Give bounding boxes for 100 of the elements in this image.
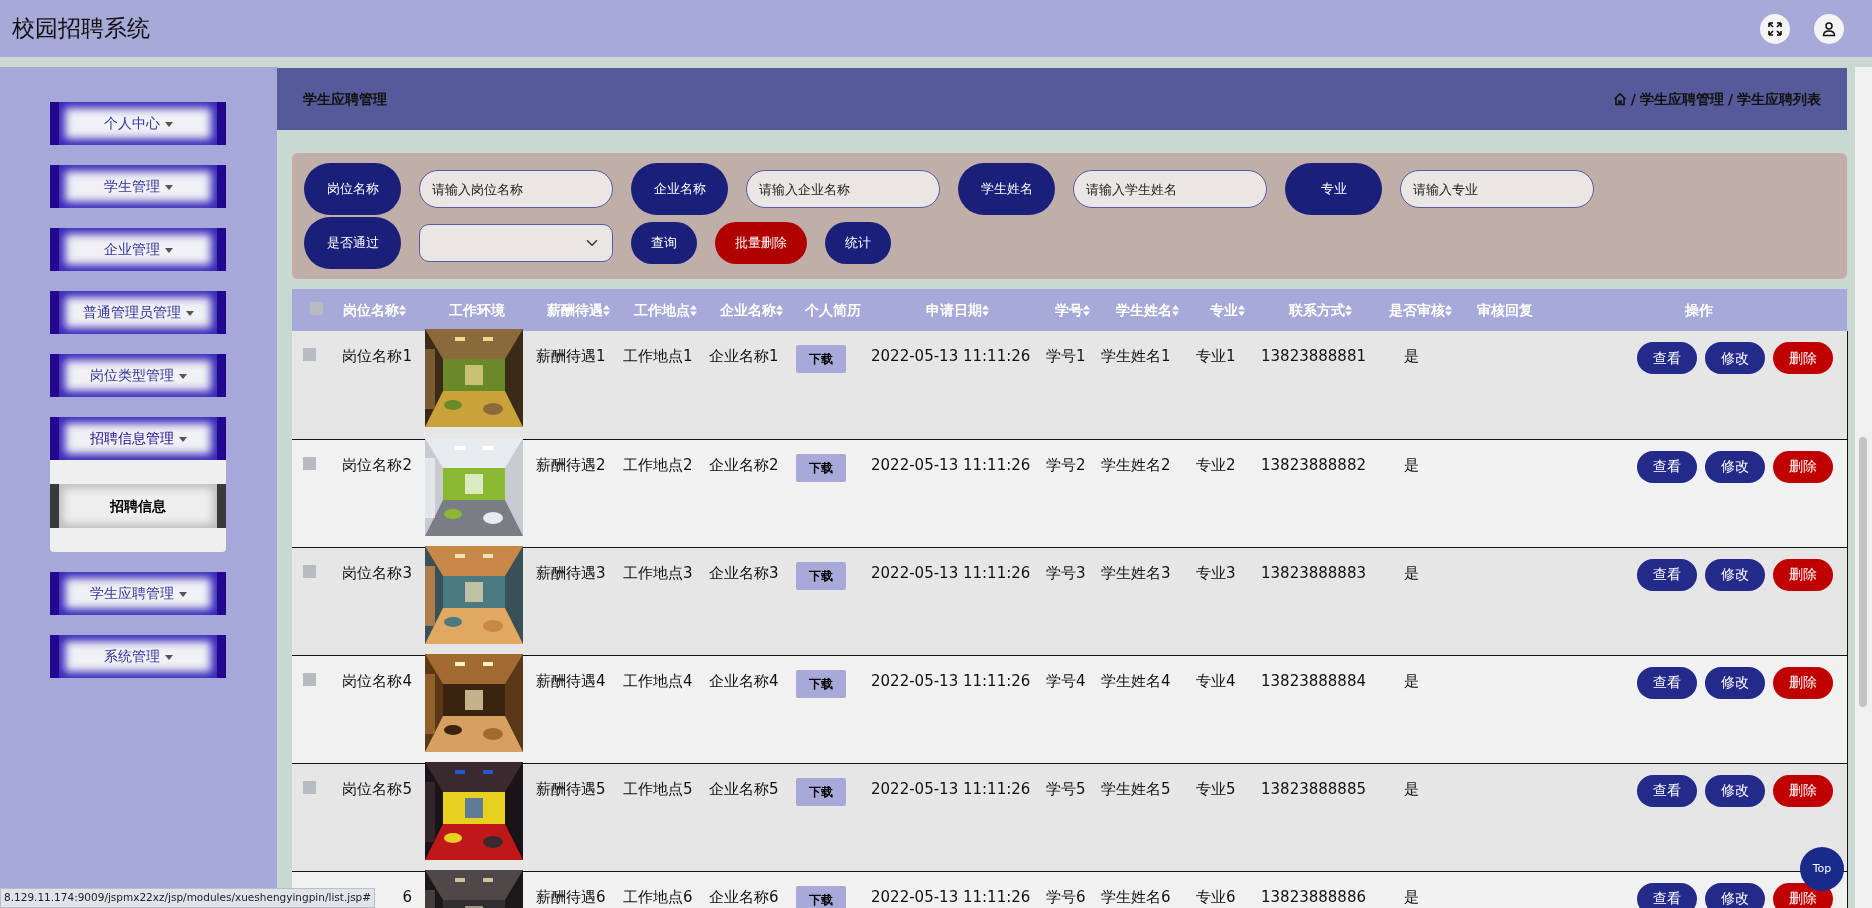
row-checkbox[interactable] [303, 348, 316, 361]
search-field[interactable]: 请输入企业名称 [746, 170, 940, 208]
company-name: 企业名称6 [709, 887, 779, 906]
phone-number: 13823888881 [1261, 347, 1366, 365]
menu-button[interactable]: 系统管理 [50, 635, 226, 678]
sort-icon[interactable] [776, 304, 783, 316]
caret-icon [178, 373, 187, 379]
search-field[interactable]: 请输入学生姓名 [1073, 170, 1267, 208]
review-status: 是 [1404, 455, 1419, 474]
submenu-item[interactable]: 招聘信息 [50, 484, 226, 528]
menu-button[interactable]: 岗位类型管理 [50, 354, 226, 397]
apply-date: 2022-05-13 11:11:26 [871, 671, 1031, 690]
sort-icon[interactable] [1444, 304, 1452, 316]
home-icon[interactable] [1612, 92, 1627, 106]
row-checkbox[interactable] [303, 672, 316, 686]
action-button[interactable]: 查看 [1636, 882, 1697, 908]
student-number: 学号5 [1046, 779, 1086, 798]
menu-button[interactable]: 个人中心 [50, 102, 226, 145]
phone-number: 13823888883 [1261, 563, 1366, 582]
salary: 薪酬待遇1 [536, 347, 606, 365]
scrollbar-thumb[interactable] [1859, 437, 1867, 707]
student-name: 学生姓名1 [1101, 347, 1171, 365]
post-name: 岗位名称3 [342, 563, 412, 582]
action-button[interactable]: 删除 [1772, 774, 1833, 807]
student-number: 学号4 [1046, 671, 1086, 690]
action-button[interactable]: 修改 [1704, 450, 1765, 483]
sort-icon[interactable] [982, 304, 989, 316]
salary: 薪酬待遇3 [536, 563, 606, 582]
column-header: 审核回复 [1477, 301, 1533, 318]
sort-icon[interactable] [1172, 304, 1179, 316]
action-button[interactable]: 查看 [1636, 342, 1697, 374]
select-field[interactable] [419, 224, 613, 262]
filter-button[interactable]: 统计 [825, 222, 891, 264]
download-button[interactable]: 下载 [796, 885, 846, 908]
action-button[interactable]: 修改 [1704, 558, 1765, 591]
work-location: 工作地点4 [623, 671, 693, 690]
work-location: 工作地点6 [623, 887, 693, 906]
scrollbar[interactable] [1855, 67, 1872, 908]
major: 专业4 [1196, 671, 1236, 690]
action-button[interactable]: 查看 [1636, 450, 1697, 483]
action-button[interactable]: 删除 [1772, 342, 1833, 374]
action-button[interactable]: 修改 [1704, 342, 1765, 374]
action-button[interactable]: 查看 [1636, 558, 1697, 591]
sort-icon[interactable] [398, 304, 406, 316]
post-name: 岗位名称2 [342, 455, 412, 474]
caret-icon [178, 436, 187, 442]
student-number: 学号3 [1046, 563, 1086, 582]
sort-icon[interactable] [603, 304, 610, 316]
menu-button[interactable]: 学生管理 [50, 165, 226, 208]
review-status: 是 [1404, 563, 1419, 582]
action-button[interactable]: 修改 [1704, 774, 1765, 807]
filter-button[interactable]: 查询 [631, 222, 697, 264]
filter-button[interactable]: 批量删除 [715, 222, 807, 264]
student-number: 学号1 [1046, 347, 1086, 365]
fullscreen-icon[interactable] [1760, 13, 1790, 44]
student-number: 学号2 [1046, 455, 1086, 474]
phone-number: 13823888884 [1261, 671, 1366, 690]
filter-label: 岗位名称 [304, 163, 401, 215]
review-status: 是 [1404, 887, 1419, 906]
sort-icon[interactable] [1344, 304, 1352, 316]
action-button[interactable]: 查看 [1636, 774, 1697, 807]
app-title: 校园招聘系统 [12, 14, 150, 44]
caret-icon [164, 247, 173, 253]
action-button[interactable]: 删除 [1772, 558, 1833, 591]
major: 专业6 [1196, 887, 1236, 906]
action-button[interactable]: 删除 [1772, 666, 1833, 699]
column-header: 工作环境 [448, 301, 505, 318]
menu-button[interactable]: 普通管理员管理 [50, 291, 226, 334]
download-button[interactable]: 下载 [796, 561, 846, 590]
search-field[interactable]: 请输入专业 [1400, 170, 1594, 208]
major: 专业2 [1196, 455, 1236, 474]
sort-icon[interactable] [689, 304, 697, 316]
breadcrumb-separator: / [1727, 89, 1733, 109]
action-button[interactable]: 修改 [1704, 666, 1765, 699]
action-button[interactable]: 查看 [1636, 666, 1697, 699]
menu-button[interactable]: 学生应聘管理 [50, 572, 226, 615]
work-location: 工作地点1 [623, 347, 693, 365]
row-checkbox[interactable] [303, 564, 316, 578]
phone-number: 13823888885 [1261, 779, 1366, 798]
post-name: 6 [402, 887, 412, 906]
download-button[interactable]: 下载 [796, 777, 846, 806]
menu-button[interactable]: 企业管理 [50, 228, 226, 271]
action-button[interactable]: 修改 [1704, 882, 1765, 908]
action-button[interactable]: 删除 [1772, 450, 1833, 483]
row-checkbox[interactable] [303, 456, 316, 470]
download-button[interactable]: 下载 [796, 345, 846, 373]
row-checkbox[interactable] [303, 780, 316, 794]
sort-icon[interactable] [1238, 304, 1245, 316]
company-name: 企业名称2 [709, 455, 779, 474]
review-status: 是 [1404, 779, 1419, 798]
page-title: 学生应聘管理 [303, 89, 387, 109]
search-field[interactable]: 请输入岗位名称 [419, 170, 613, 208]
company-name: 企业名称3 [709, 563, 779, 582]
download-button[interactable]: 下载 [796, 669, 846, 698]
student-name: 学生姓名5 [1101, 779, 1171, 798]
sort-icon[interactable] [1083, 304, 1090, 316]
user-icon[interactable] [1814, 13, 1844, 44]
download-button[interactable]: 下载 [796, 453, 846, 482]
apply-date: 2022-05-13 11:11:26 [871, 563, 1031, 582]
menu-button[interactable]: 招聘信息管理 [50, 417, 226, 460]
